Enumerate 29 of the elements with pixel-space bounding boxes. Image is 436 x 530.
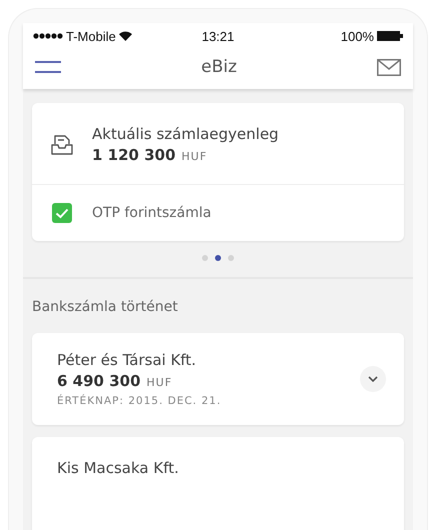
battery-icon bbox=[376, 31, 403, 41]
app-title: eBiz bbox=[201, 57, 237, 77]
page-dot[interactable] bbox=[215, 255, 221, 261]
section-title: Bankszámla történet bbox=[32, 298, 179, 317]
currency-label: HUF bbox=[146, 376, 172, 389]
chevron-down-icon bbox=[368, 376, 378, 382]
currency-label: HUF bbox=[182, 150, 208, 163]
battery-percent: 100% bbox=[340, 28, 374, 44]
inbox-tray-icon bbox=[51, 134, 73, 156]
page-dot[interactable] bbox=[202, 255, 208, 261]
expand-button[interactable] bbox=[360, 366, 386, 392]
checkmark-icon bbox=[55, 208, 69, 218]
value-date: ÉRTÉKNAP: 2015. DEC. 21. bbox=[57, 395, 222, 407]
company-name: Péter és Társai Kft. bbox=[57, 351, 198, 369]
balance-amount: 1 120 300 bbox=[92, 146, 176, 164]
transaction-card[interactable]: Kis Macsaka Kft. bbox=[32, 437, 404, 530]
menu-icon[interactable] bbox=[35, 61, 61, 73]
company-name: Kis Macsaka Kft. bbox=[57, 459, 180, 477]
clock-time: 13:21 bbox=[202, 28, 234, 44]
carrier-name: T-Mobile bbox=[66, 28, 116, 44]
envelope-icon[interactable] bbox=[377, 58, 401, 76]
wifi-icon bbox=[118, 31, 132, 41]
transaction-card[interactable]: Péter és Társai Kft. 6 490 300 HUF ÉRTÉKNAP: 2015. DEC. 21. bbox=[32, 333, 404, 425]
balance-label: Aktuális számlaegyenleg bbox=[92, 125, 280, 143]
transaction-amount: 6 490 300 bbox=[57, 372, 141, 390]
account-name: OTP forintszámla bbox=[92, 205, 212, 221]
signal-icon bbox=[33, 33, 63, 39]
page-dot[interactable] bbox=[228, 255, 234, 261]
checkbox[interactable] bbox=[52, 203, 72, 223]
